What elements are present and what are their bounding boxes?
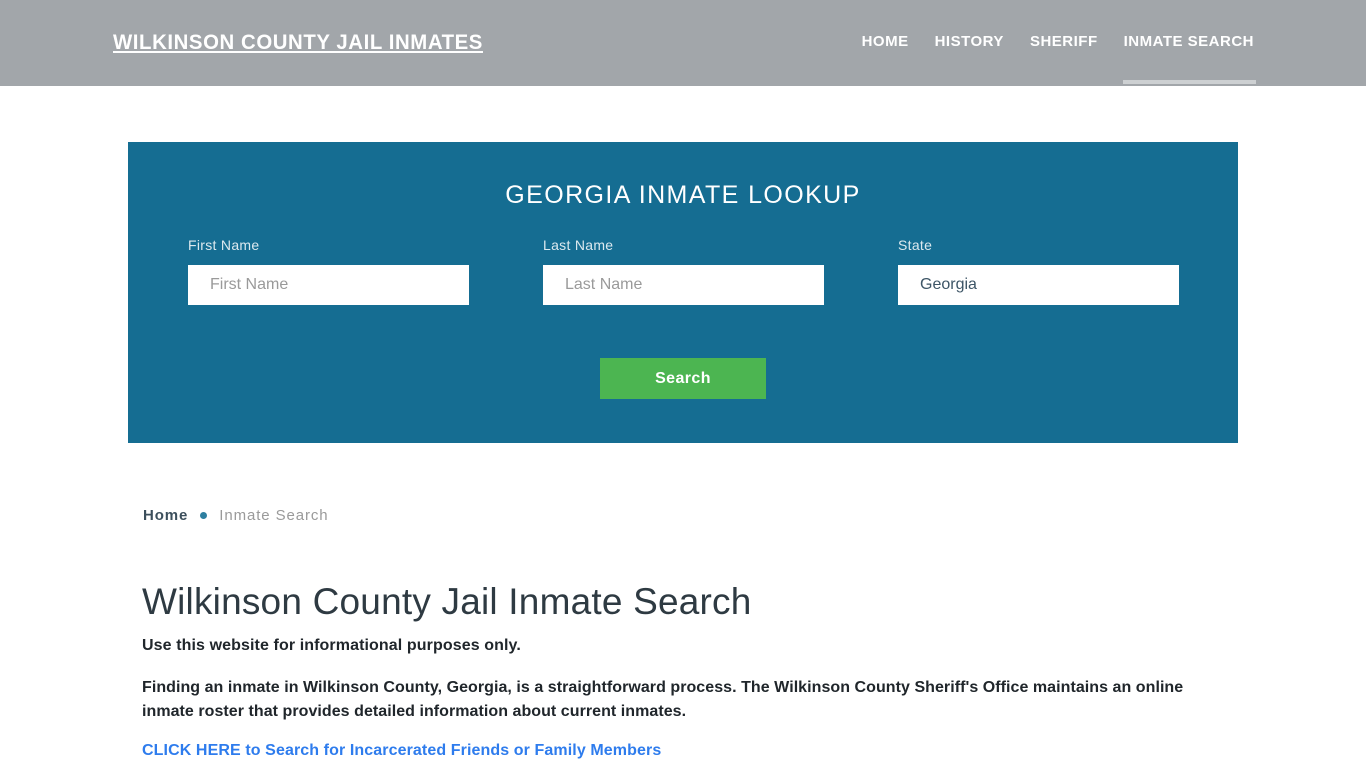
page-lede: Use this website for informational purpo… bbox=[142, 637, 521, 654]
first-name-input[interactable] bbox=[188, 265, 469, 305]
first-name-label: First Name bbox=[188, 237, 260, 253]
breadcrumb-item-home[interactable]: Home bbox=[143, 507, 188, 524]
nav-item-inmate-search[interactable]: INMATE SEARCH bbox=[1122, 33, 1257, 84]
breadcrumb: Home Inmate Search bbox=[143, 507, 329, 524]
last-name-input[interactable] bbox=[543, 265, 824, 305]
site-header: WILKINSON COUNTY JAIL INMATES HOME HISTO… bbox=[0, 0, 1366, 86]
main-navigation: HOME HISTORY SHERIFF INMATE SEARCH bbox=[862, 33, 1257, 84]
search-button[interactable]: Search bbox=[600, 358, 766, 399]
last-name-field-group: Last Name bbox=[543, 237, 824, 305]
bullet-dot-icon bbox=[200, 512, 208, 519]
page-paragraph: Finding an inmate in Wilkinson County, G… bbox=[142, 679, 1184, 720]
inmate-search-cta-link[interactable]: CLICK HERE to Search for Incarcerated Fr… bbox=[142, 742, 661, 760]
state-label: State bbox=[898, 237, 933, 253]
nav-item-history[interactable]: HISTORY bbox=[935, 33, 1004, 84]
nav-item-home[interactable]: HOME bbox=[862, 33, 909, 84]
first-name-field-group: First Name bbox=[188, 237, 469, 305]
last-name-label: Last Name bbox=[543, 237, 614, 253]
nav-item-sheriff[interactable]: SHERIFF bbox=[1030, 33, 1098, 84]
state-field-group: State Georgia bbox=[898, 237, 1179, 305]
breadcrumb-item-current: Inmate Search bbox=[219, 507, 329, 524]
state-select[interactable]: Georgia bbox=[898, 265, 1179, 305]
lookup-panel-title: GEORGIA INMATE LOOKUP bbox=[505, 181, 861, 209]
site-brand[interactable]: WILKINSON COUNTY JAIL INMATES bbox=[113, 31, 483, 55]
page-title: Wilkinson County Jail Inmate Search bbox=[142, 581, 752, 622]
inmate-lookup-panel: GEORGIA INMATE LOOKUP First Name Last Na… bbox=[128, 142, 1238, 443]
